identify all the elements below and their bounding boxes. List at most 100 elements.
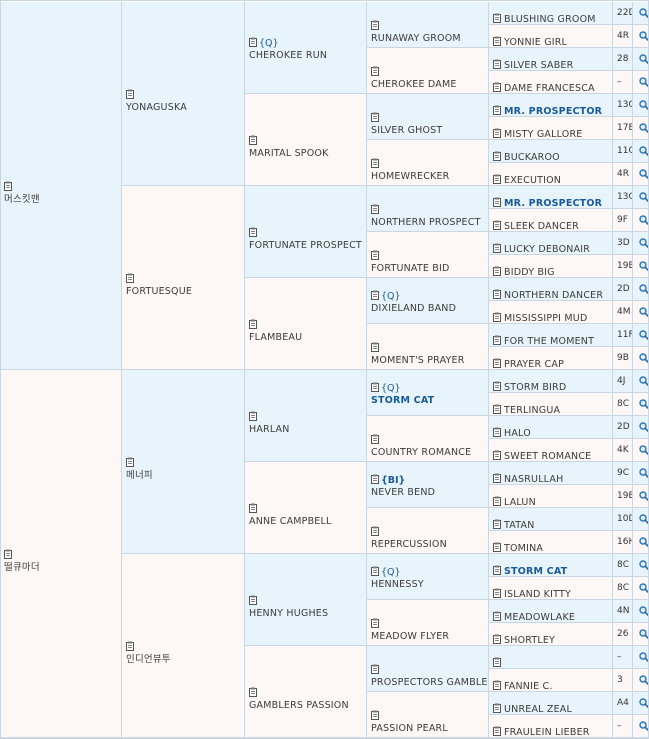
search-button[interactable] [633,140,649,163]
magnifier-icon[interactable] [639,77,649,87]
magnifier-icon[interactable] [639,8,649,18]
clipboard-icon[interactable] [493,726,501,736]
clipboard-icon[interactable] [493,634,501,644]
search-button[interactable] [633,370,649,393]
clipboard-icon[interactable] [126,89,134,99]
clipboard-icon[interactable] [493,59,501,69]
search-button[interactable] [633,485,649,508]
magnifier-icon[interactable] [639,330,649,340]
magnifier-icon[interactable] [639,468,649,478]
magnifier-icon[interactable] [639,238,649,248]
search-button[interactable] [633,25,649,48]
clipboard-icon[interactable] [493,473,501,483]
clipboard-icon[interactable] [249,37,257,47]
clipboard-icon[interactable] [371,250,379,260]
search-button[interactable] [633,94,649,117]
clipboard-icon[interactable] [493,266,501,276]
magnifier-icon[interactable] [639,537,649,547]
search-button[interactable] [633,577,649,600]
clipboard-icon[interactable] [371,710,379,720]
clipboard-icon[interactable] [493,105,501,115]
magnifier-icon[interactable] [639,261,649,271]
magnifier-icon[interactable] [639,491,649,501]
clipboard-icon[interactable] [371,382,379,392]
clipboard-icon[interactable] [493,13,501,23]
magnifier-icon[interactable] [639,353,649,363]
magnifier-icon[interactable] [639,284,649,294]
clipboard-icon[interactable] [493,36,501,46]
clipboard-icon[interactable] [4,549,12,559]
clipboard-icon[interactable] [493,82,501,92]
clipboard-icon[interactable] [249,227,257,237]
magnifier-icon[interactable] [639,514,649,524]
magnifier-icon[interactable] [639,146,649,156]
search-button[interactable] [633,554,649,577]
magnifier-icon[interactable] [639,698,649,708]
clipboard-icon[interactable] [249,411,257,421]
clipboard-icon[interactable] [493,151,501,161]
clipboard-icon[interactable] [493,496,501,506]
search-button[interactable] [633,646,649,669]
clipboard-icon[interactable] [371,664,379,674]
magnifier-icon[interactable] [639,376,649,386]
search-button[interactable] [633,48,649,71]
search-button[interactable] [633,531,649,554]
magnifier-icon[interactable] [639,169,649,179]
magnifier-icon[interactable] [639,445,649,455]
clipboard-icon[interactable] [126,457,134,467]
magnifier-icon[interactable] [639,606,649,616]
clipboard-icon[interactable] [493,404,501,414]
magnifier-icon[interactable] [639,629,649,639]
search-button[interactable] [633,508,649,531]
clipboard-icon[interactable] [371,474,379,484]
clipboard-icon[interactable] [493,220,501,230]
clipboard-icon[interactable] [493,335,501,345]
clipboard-icon[interactable] [371,434,379,444]
magnifier-icon[interactable] [639,583,649,593]
clipboard-icon[interactable] [493,174,501,184]
clipboard-icon[interactable] [249,503,257,513]
search-button[interactable] [633,255,649,278]
magnifier-icon[interactable] [639,422,649,432]
search-button[interactable] [633,416,649,439]
search-button[interactable] [633,715,649,738]
search-button[interactable] [633,324,649,347]
clipboard-icon[interactable] [249,595,257,605]
magnifier-icon[interactable] [639,100,649,110]
clipboard-icon[interactable] [371,66,379,76]
magnifier-icon[interactable] [639,215,649,225]
clipboard-icon[interactable] [493,128,501,138]
clipboard-icon[interactable] [249,687,257,697]
clipboard-icon[interactable] [371,20,379,30]
magnifier-icon[interactable] [639,31,649,41]
search-button[interactable] [633,117,649,140]
search-button[interactable] [633,186,649,209]
clipboard-icon[interactable] [371,290,379,300]
clipboard-icon[interactable] [371,526,379,536]
clipboard-icon[interactable] [249,135,257,145]
magnifier-icon[interactable] [639,560,649,570]
clipboard-icon[interactable] [493,358,501,368]
search-button[interactable] [633,600,649,623]
clipboard-icon[interactable] [493,680,501,690]
clipboard-icon[interactable] [493,381,501,391]
magnifier-icon[interactable] [639,721,649,731]
clipboard-icon[interactable] [371,158,379,168]
clipboard-icon[interactable] [493,243,501,253]
search-button[interactable] [633,278,649,301]
search-button[interactable] [633,623,649,646]
clipboard-icon[interactable] [371,204,379,214]
search-button[interactable] [633,209,649,232]
horse-name-link[interactable]: STORM CAT [504,566,567,576]
horse-name-link[interactable]: MR. PROSPECTOR [504,106,602,116]
clipboard-icon[interactable] [371,566,379,576]
clipboard-icon[interactable] [371,342,379,352]
search-button[interactable] [633,2,649,25]
clipboard-icon[interactable] [249,319,257,329]
search-button[interactable] [633,301,649,324]
clipboard-icon[interactable] [493,542,501,552]
magnifier-icon[interactable] [639,123,649,133]
magnifier-icon[interactable] [639,399,649,409]
clipboard-icon[interactable] [371,618,379,628]
search-button[interactable] [633,163,649,186]
